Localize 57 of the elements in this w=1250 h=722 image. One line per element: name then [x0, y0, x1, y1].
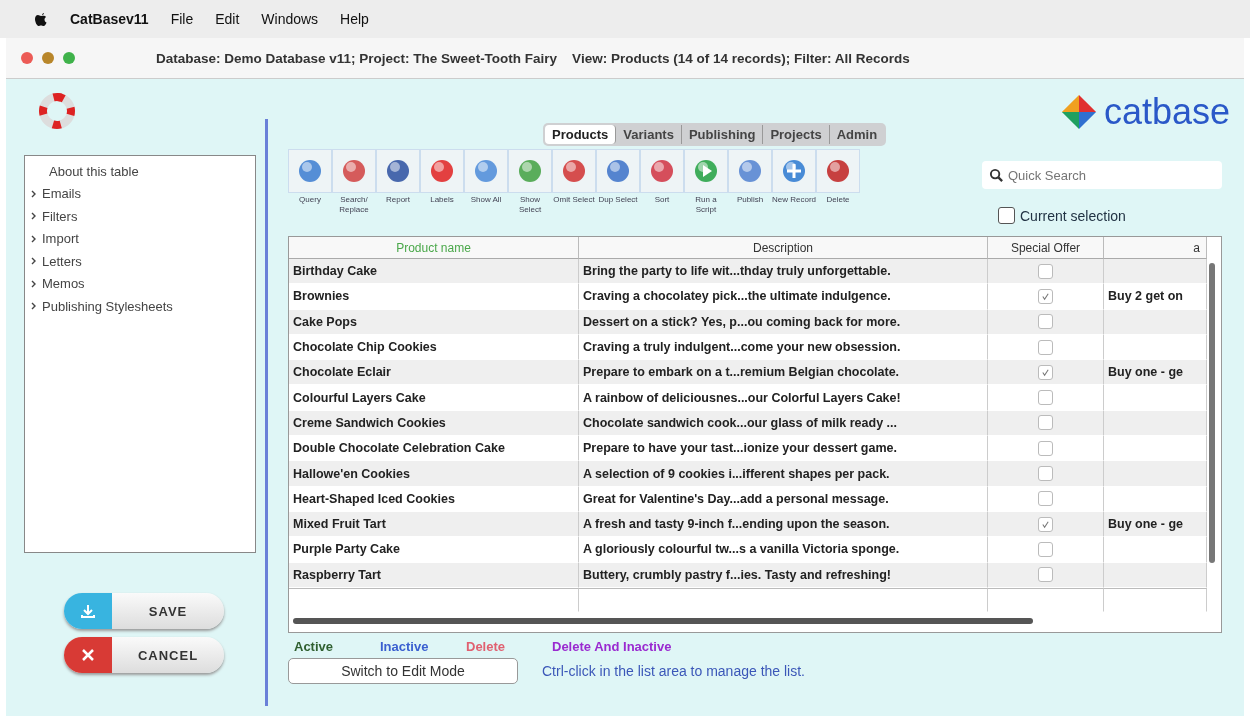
- sidebar-item[interactable]: Filters: [42, 208, 78, 224]
- save-button[interactable]: SAVE: [64, 593, 224, 629]
- table-cell: Birthday Cake: [289, 259, 579, 285]
- table-cell: Prepare to embark on a t...remium Belgian chocolate.: [579, 360, 988, 386]
- table-cell: Heart-Shaped Iced Cookies: [289, 486, 579, 512]
- table-cell: Chocolate sandwich cook...our glass of milk ready ...: [579, 410, 988, 437]
- table-cell: Raspberry Tart: [289, 562, 579, 588]
- table-cell: Great for Valentine's Day...add a personal message.: [579, 486, 988, 512]
- legend-label: Inactive: [380, 639, 430, 654]
- table-cell: Bring the party to life wit...thday truly unforgettable.: [579, 259, 988, 285]
- table-cell: Colourful Layers Cake: [289, 385, 579, 411]
- table-cell: A rainbow of deliciousnes...our Colorful Layers Cake!: [579, 385, 988, 411]
- column-header[interactable]: Description: [579, 237, 988, 259]
- hint-text: Ctrl-click in the list area to manage the list.: [542, 663, 805, 679]
- legend-label: Active: [294, 639, 335, 654]
- tab[interactable]: Projects: [763, 125, 830, 144]
- table-cell: Mixed Fruit Tart: [289, 511, 579, 538]
- cancel-button[interactable]: CANCEL: [64, 637, 224, 673]
- sidebar-item[interactable]: Memos: [42, 276, 85, 292]
- sidebar-item[interactable]: Import: [42, 231, 79, 247]
- tab[interactable]: Variants: [616, 125, 682, 144]
- table-cell: A fresh and tasty 9-inch f...ending upon the season.: [579, 511, 988, 538]
- legend-label: Delete: [466, 639, 507, 654]
- tab[interactable]: Publishing: [681, 125, 764, 144]
- table-cell: Brownies: [289, 284, 579, 310]
- edit-mode-button[interactable]: Switch to Edit Mode: [288, 658, 518, 684]
- legend-label: Delete And Inactive: [552, 639, 672, 654]
- table-cell: Buttery, crumbly pastry f...ies. Tasty and refreshing!: [579, 562, 988, 588]
- table-cell: Buy one - ge: [1104, 360, 1207, 386]
- tab[interactable]: Products: [545, 125, 617, 144]
- column-header[interactable]: Special Offer: [988, 237, 1104, 259]
- logo-text: catbase: [1103, 91, 1230, 133]
- table-cell: Cake Pops: [289, 309, 579, 335]
- table-cell: Purple Party Cake: [289, 537, 579, 563]
- sidebar-item[interactable]: Letters: [42, 253, 82, 269]
- menu-item[interactable]: Help: [340, 11, 369, 27]
- column-header[interactable]: a: [1104, 237, 1207, 259]
- window-title: Database: Demo Database v11; Project: The Sweet-Tooth Fairy View: Products (14 of 14 records); Filter: All Records: [156, 50, 910, 66]
- table-cell: A gloriously colourful tw...s a vanilla Victoria sponge.: [579, 537, 988, 563]
- search-field[interactable]: Quick Search: [982, 161, 1222, 189]
- sidebar-item[interactable]: About this table: [49, 163, 139, 179]
- app-menu[interactable]: CatBasev11: [70, 11, 149, 27]
- table-cell: Buy one - ge: [1104, 511, 1207, 538]
- table-cell: Chocolate Eclair: [289, 360, 579, 386]
- table-cell: Hallowe'en Cookies: [289, 461, 579, 487]
- sidebar-item[interactable]: Publishing Stylesheets: [42, 298, 173, 314]
- sidebar-item[interactable]: Emails: [42, 186, 81, 202]
- table-cell: Creme Sandwich Cookies: [289, 410, 579, 437]
- menu-item[interactable]: File: [170, 11, 194, 27]
- menu-item[interactable]: Windows: [261, 11, 319, 27]
- menu-item[interactable]: Edit: [215, 11, 240, 27]
- tab[interactable]: Admin: [829, 125, 885, 144]
- checkbox-label: Current selection: [1020, 207, 1126, 224]
- table-cell: Buy 2 get on: [1104, 284, 1207, 310]
- table-cell: Craving a chocolatey pick...the ultimate indulgence.: [579, 284, 988, 310]
- table-cell: Dessert on a stick? Yes, p...ou coming back for more.: [579, 309, 988, 335]
- table-cell: A selection of 9 cookies i...ifferent shapes per pack.: [579, 461, 988, 487]
